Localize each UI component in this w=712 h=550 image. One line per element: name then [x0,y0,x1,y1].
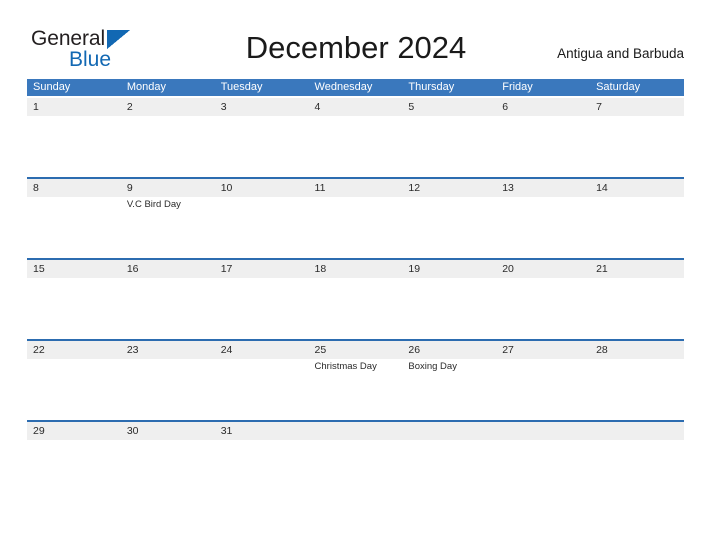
weekday-wednesday: Wednesday [314,81,373,93]
day-number: 3 [220,100,227,113]
day-cell[interactable]: 17 [215,260,309,340]
day-cell[interactable]: 1 [27,98,121,178]
day-number: 14 [596,181,608,194]
day-number: 4 [314,100,321,113]
day-number: 28 [596,343,608,356]
day-cell[interactable]: 3 [215,98,309,178]
week-row: 15 16 17 18 19 20 21 [27,258,684,339]
weekday-saturday: Saturday [596,81,641,93]
day-cell[interactable]: 4 [309,98,403,178]
day-number [502,422,590,440]
day-number: 27 [502,343,514,356]
weekday-thursday: Thursday [408,81,455,93]
day-cell[interactable]: 24 [215,341,309,421]
day-cell[interactable]: 2 [121,98,215,178]
day-cell[interactable]: 22 [27,341,121,421]
country-label: Antigua and Barbuda [557,46,684,61]
day-cell[interactable]: 18 [309,260,403,340]
day-cell[interactable]: 29 [27,422,121,502]
day-cell[interactable]: 8 [27,179,121,259]
weekday-friday: Friday [502,81,533,93]
day-number: 7 [596,100,602,113]
day-number: 5 [408,100,415,113]
day-cell[interactable]: 6 [496,98,590,178]
day-number: 19 [408,262,421,275]
day-number: 8 [33,181,39,194]
day-number: 10 [220,181,233,194]
week-row: 8 9 V.C Bird Day 10 11 12 13 14 [27,177,684,258]
day-event: Christmas Day [314,360,377,372]
page-header: General Blue December 2024 Antigua and B… [0,0,712,78]
day-number: 23 [126,343,139,356]
day-number [596,422,684,440]
weekday-sunday: Sunday [33,81,71,93]
day-cell[interactable]: 16 [121,260,215,340]
day-number [315,422,403,440]
day-cell[interactable]: 30 [121,422,215,502]
day-cell[interactable]: 27 [496,341,590,421]
day-cell[interactable]: 7 [590,98,684,178]
day-number: 11 [314,181,326,194]
day-cell[interactable]: 31 [215,422,309,502]
day-cell[interactable] [309,422,403,502]
day-number: 9 [126,181,133,194]
day-cell[interactable]: 12 [402,179,496,259]
day-number: 13 [502,181,514,194]
day-cell[interactable]: 26 Boxing Day [402,341,496,421]
day-event: V.C Bird Day [126,198,181,210]
day-number: 25 [314,343,327,356]
day-number: 26 [408,343,421,356]
day-cell[interactable]: 23 [121,341,215,421]
week-row: 1 2 3 4 5 6 7 [27,96,684,177]
calendar-grid: Sunday Monday Tuesday Wednesday Thursday… [27,79,684,501]
day-number: 24 [220,343,233,356]
day-number: 15 [33,262,45,275]
day-number: 20 [502,262,514,275]
day-cell[interactable]: 5 [402,98,496,178]
week-row: 22 23 24 25 Christmas Day 26 Boxing Day … [27,339,684,420]
day-number: 29 [33,424,45,437]
day-number: 6 [502,100,509,113]
day-number: 2 [126,100,133,113]
day-cell[interactable]: 11 [309,179,403,259]
week-row: 29 30 31 [27,420,684,501]
weekday-monday: Monday [126,81,166,93]
day-cell[interactable] [496,422,590,502]
day-cell[interactable]: 13 [496,179,590,259]
day-number: 21 [596,262,608,275]
day-number: 30 [126,424,139,437]
day-number [408,422,496,440]
calendar-page: General Blue December 2024 Antigua and B… [0,0,712,550]
day-number: 12 [408,181,421,194]
day-cell[interactable]: 25 Christmas Day [309,341,403,421]
day-cell[interactable]: 20 [496,260,590,340]
day-cell[interactable]: 19 [402,260,496,340]
day-number: 18 [314,262,327,275]
day-cell[interactable]: 28 [590,341,684,421]
weekday-tuesday: Tuesday [220,81,263,93]
day-cell[interactable] [590,422,684,502]
day-cell[interactable]: 14 [590,179,684,259]
day-cell[interactable]: 15 [27,260,121,340]
day-cell[interactable]: 10 [215,179,309,259]
day-event: Boxing Day [408,360,457,372]
day-number: 16 [126,262,139,275]
day-cell[interactable] [402,422,496,502]
day-cell[interactable]: 9 V.C Bird Day [121,179,215,259]
day-cell[interactable]: 21 [590,260,684,340]
day-number: 22 [33,343,45,356]
weekday-header-row: Sunday Monday Tuesday Wednesday Thursday… [27,79,684,96]
day-number: 17 [220,262,233,275]
day-number: 31 [220,424,233,437]
day-number: 1 [33,100,39,113]
